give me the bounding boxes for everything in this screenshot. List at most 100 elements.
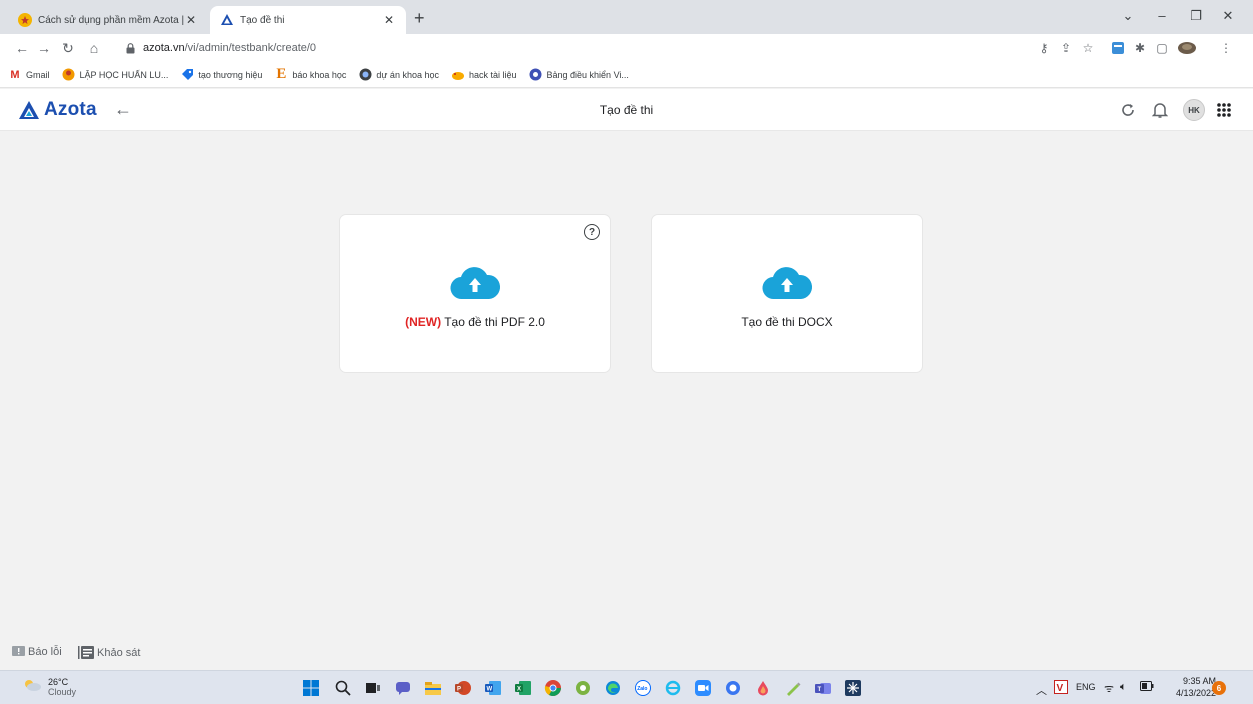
avatar[interactable]: HK (1183, 99, 1205, 121)
key-icon[interactable]: ⚷ (1036, 40, 1052, 56)
svg-text:Zalo: Zalo (637, 686, 647, 692)
bookmark-label: báo khoa học (292, 69, 347, 80)
bookmark-dashboard[interactable]: Bảng điều khiển Vi... (529, 68, 629, 82)
menu-kebab-icon[interactable]: ⋮ (1218, 40, 1234, 56)
clock-date: 4/13/2022 (1176, 688, 1217, 698)
profile-icon[interactable] (1176, 40, 1198, 56)
close-window-icon[interactable]: ✕ (1218, 8, 1238, 24)
chat-icon[interactable] (394, 679, 412, 697)
vietkey-icon[interactable]: V (1054, 680, 1068, 696)
teams-icon[interactable]: T (814, 679, 832, 697)
forward-icon[interactable]: → (36, 39, 52, 57)
pen-tool-icon[interactable] (784, 679, 802, 697)
reload-icon[interactable]: ↻ (60, 39, 76, 57)
windows-start-icon[interactable] (302, 679, 320, 697)
file-explorer-icon[interactable] (424, 679, 442, 697)
azota-logo[interactable]: Azota (18, 99, 97, 121)
bookmark-star-icon[interactable]: ☆ (1080, 40, 1096, 56)
powerpoint-icon[interactable]: P (454, 679, 472, 697)
word-icon[interactable]: W (484, 679, 502, 697)
azota-logo-icon (19, 101, 39, 119)
create-docx-test-card[interactable]: Tạo đề thi DOCX (651, 214, 923, 373)
survey-icon (78, 646, 94, 659)
tab-close-icon[interactable]: ✕ (382, 13, 396, 27)
tray-chevron-icon[interactable]: ︿ (1036, 682, 1047, 698)
bird-icon (451, 68, 465, 82)
url-path: /vi/admin/testbank/create/0 (184, 42, 317, 54)
weather-temp: 26°C (48, 677, 69, 687)
project-icon (358, 68, 372, 82)
brand-name: Azota (44, 99, 97, 120)
side-panel-icon[interactable]: ▢ (1154, 40, 1170, 56)
back-arrow-icon[interactable]: ← (114, 99, 132, 119)
edge-icon[interactable] (604, 679, 622, 697)
zoom-icon[interactable] (694, 679, 712, 697)
snipping-tool-icon[interactable] (844, 679, 862, 697)
bookmark-science-project[interactable]: dự án khoa học (358, 68, 439, 82)
tab-azota-guide[interactable]: Cách sử dụng phần mềm Azota | ✕ (8, 6, 208, 34)
bookmark-label: dự án khoa học (376, 69, 439, 80)
tab-title: Tạo đề thi (240, 14, 285, 26)
wifi-icon[interactable]: ᯤ (1104, 681, 1114, 696)
puzzle-icon[interactable]: ✱ (1132, 40, 1148, 56)
droplet-icon[interactable] (754, 679, 772, 697)
language-indicator[interactable]: ENG (1076, 682, 1096, 692)
e-icon: E (276, 66, 287, 82)
battery-icon[interactable] (1140, 681, 1154, 693)
clock-time: 9:35 AM (1183, 676, 1217, 686)
bookmark-label: LẬP HỌC HUẤN LU... (79, 69, 169, 80)
bookmark-gmail[interactable]: M Gmail (8, 68, 49, 82)
apps-grid-icon[interactable] (1214, 100, 1234, 120)
weather-widget[interactable]: 26°C Cloudy (22, 677, 76, 697)
tag-icon (180, 68, 194, 82)
page-title: Tạo đề thi (599, 103, 654, 117)
lock-icon[interactable] (126, 42, 135, 54)
bookmark-science-news[interactable]: E báo khoa học (274, 66, 347, 82)
azota-favicon-icon (220, 13, 234, 27)
bookmark-hack-docs[interactable]: hack tài liệu (451, 68, 517, 82)
browser-tabstrip: Cách sử dụng phần mềm Azota | ✕ Tạo đề t… (0, 0, 1253, 34)
help-icon[interactable]: ? (584, 224, 600, 240)
tab-title: Cách sử dụng phần mềm Azota | (38, 14, 184, 26)
minimize-icon[interactable]: – (1152, 8, 1172, 23)
tab-close-icon[interactable]: ✕ (184, 13, 198, 27)
url-domain: azota.vn (143, 42, 185, 54)
tab-create-test[interactable]: Tạo đề thi ✕ (210, 6, 406, 34)
back-icon[interactable]: ← (14, 39, 30, 57)
svg-text:T: T (818, 687, 822, 693)
task-view-icon[interactable] (364, 679, 382, 697)
card-title: Tạo đề thi DOCX (741, 315, 833, 329)
report-bug-link[interactable]: Báo lỗi (12, 646, 62, 658)
app-header: Azota ← Tạo đề thi HK (0, 89, 1253, 131)
refresh-icon[interactable] (1118, 100, 1138, 120)
excel-icon[interactable]: X (514, 679, 532, 697)
bookmark-brand[interactable]: tạo thương hiệu (180, 68, 262, 82)
survey-link[interactable]: Khảo sát (78, 646, 140, 659)
cloud-upload-icon (449, 265, 501, 306)
volume-icon[interactable]: 🔈︎ (1120, 681, 1127, 694)
internet-explorer-icon[interactable] (664, 679, 682, 697)
signal-icon[interactable] (724, 679, 742, 697)
cloudy-icon (22, 678, 42, 697)
new-tab-button[interactable]: + (414, 9, 425, 27)
report-icon (12, 646, 25, 658)
zalo-icon[interactable]: Zalo (634, 679, 652, 697)
gmail-icon: M (10, 68, 20, 81)
create-pdf-test-card[interactable]: ? (NEW) Tạo đề thi PDF 2.0 (339, 214, 611, 373)
coccoc-icon[interactable] (574, 679, 592, 697)
share-icon[interactable]: ⇪ (1058, 40, 1074, 56)
bookmark-class[interactable]: LẬP HỌC HUẤN LU... (62, 68, 169, 82)
restore-icon[interactable]: ❐ (1186, 8, 1206, 24)
card-label: (NEW) Tạo đề thi PDF 2.0 (340, 315, 610, 329)
clock[interactable]: 9:35 AM 4/13/2022 (1176, 675, 1216, 699)
chrome-icon[interactable] (544, 679, 562, 697)
home-icon[interactable]: ⌂ (86, 39, 102, 57)
search-icon[interactable] (334, 679, 352, 697)
bookmark-label: Bảng điều khiển Vi... (546, 69, 629, 80)
tab-search-icon[interactable]: ⌄ (1118, 8, 1138, 24)
bell-icon[interactable] (1150, 100, 1170, 120)
extension-icon[interactable] (1110, 40, 1126, 56)
address-bar[interactable]: azota.vn/vi/admin/testbank/create/0 (118, 37, 1038, 59)
survey-label: Khảo sát (97, 646, 141, 659)
notification-badge[interactable]: 6 (1212, 681, 1226, 695)
